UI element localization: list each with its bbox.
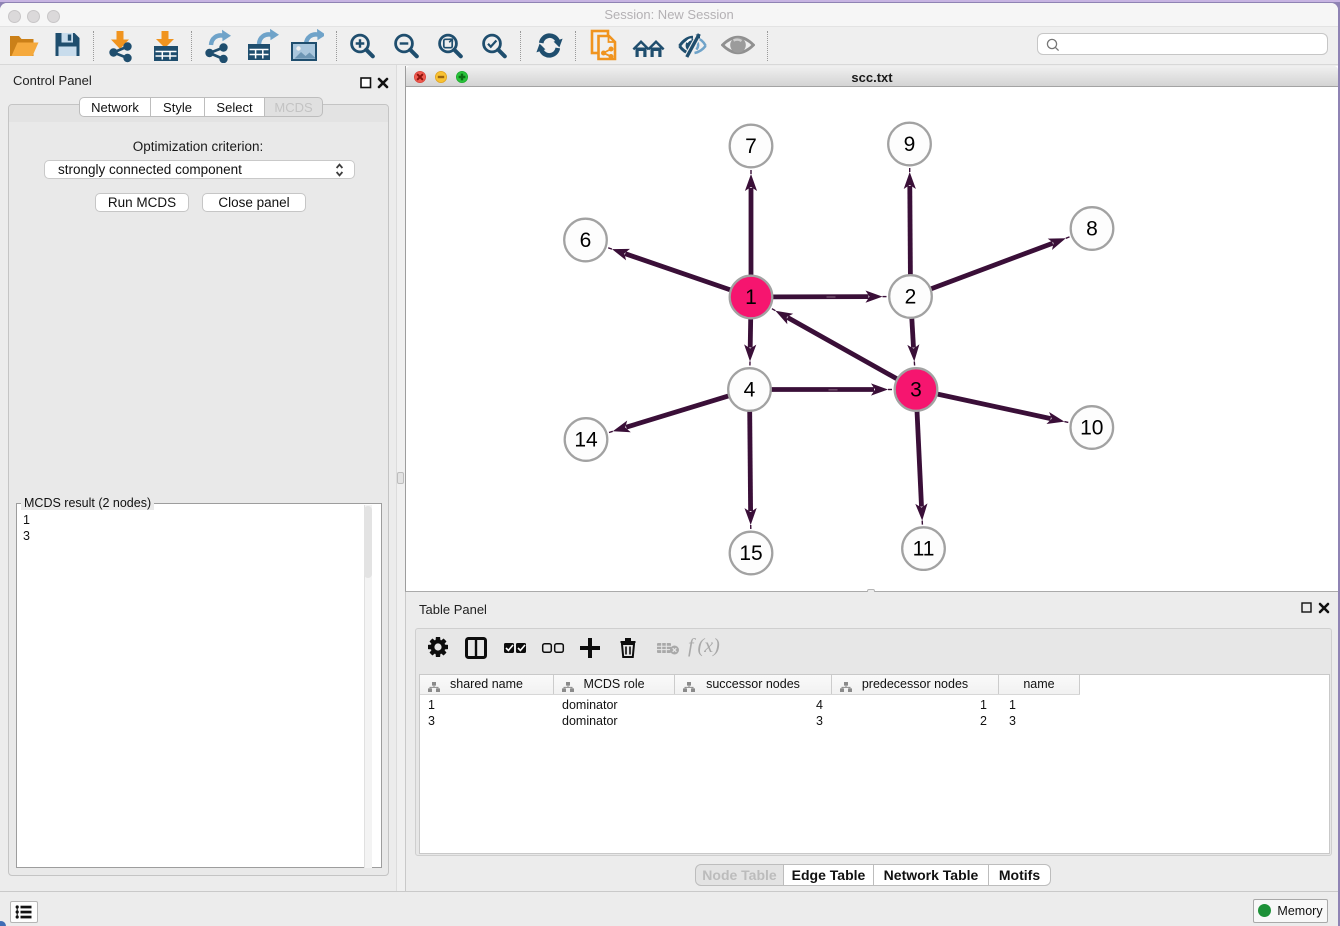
svg-text:4: 4 [744,379,756,402]
svg-text:15: 15 [739,542,762,565]
svg-text:6: 6 [580,229,592,252]
svg-text:10: 10 [1080,417,1103,440]
svg-text:11: 11 [913,538,935,561]
svg-text:7: 7 [745,135,757,158]
svg-text:3: 3 [910,379,922,402]
svg-text:8: 8 [1086,218,1098,241]
svg-text:1: 1 [745,286,757,309]
svg-text:14: 14 [574,429,598,452]
svg-text:9: 9 [904,133,916,156]
svg-text:2: 2 [905,286,917,309]
